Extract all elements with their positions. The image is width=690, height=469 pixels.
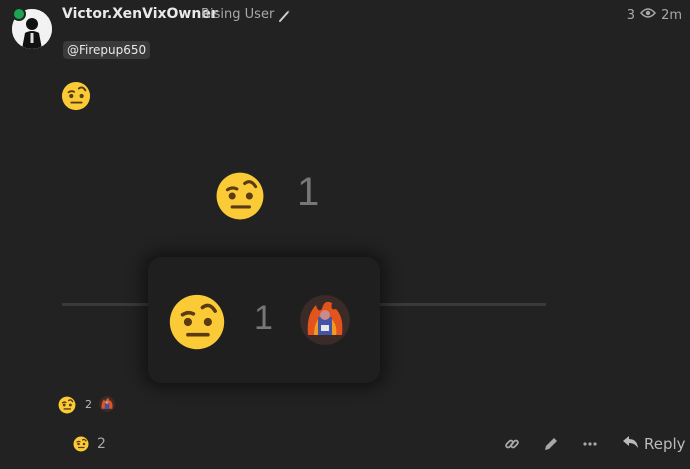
divider: [62, 303, 152, 306]
reaction-summary-count: 2: [85, 398, 92, 411]
username[interactable]: Victor.XenVixOwner: [62, 6, 218, 22]
mention-link[interactable]: @Firepup650: [63, 41, 151, 59]
face-with-raised-eyebrow-icon[interactable]: [215, 171, 265, 221]
reaction-button-count[interactable]: 2: [97, 436, 106, 452]
popup-reaction-count: 1: [254, 299, 273, 337]
post-meta: 3 2m: [627, 7, 682, 23]
face-with-raised-eyebrow-icon: [61, 81, 91, 111]
reaction-count: 1: [297, 170, 320, 214]
face-with-raised-eyebrow-icon[interactable]: [58, 396, 76, 414]
divider: [380, 303, 546, 306]
post-age[interactable]: 2m: [661, 8, 682, 23]
ellipsis-icon[interactable]: [582, 436, 598, 456]
reactor-avatar[interactable]: [300, 295, 350, 345]
online-status-dot: [12, 7, 26, 21]
feather-icon: [277, 8, 291, 27]
link-icon[interactable]: [504, 436, 520, 456]
reply-label: Reply: [644, 435, 686, 453]
pencil-icon[interactable]: [543, 436, 559, 456]
face-with-raised-eyebrow-icon[interactable]: [73, 436, 89, 452]
eye-icon: [640, 7, 657, 23]
view-count: 3: [626, 7, 636, 23]
reply-button[interactable]: Reply: [622, 434, 686, 454]
reactor-avatar-small[interactable]: [99, 396, 115, 412]
reply-icon: [622, 434, 640, 454]
user-title: Rising User: [201, 7, 275, 22]
face-with-raised-eyebrow-icon[interactable]: [168, 293, 226, 351]
